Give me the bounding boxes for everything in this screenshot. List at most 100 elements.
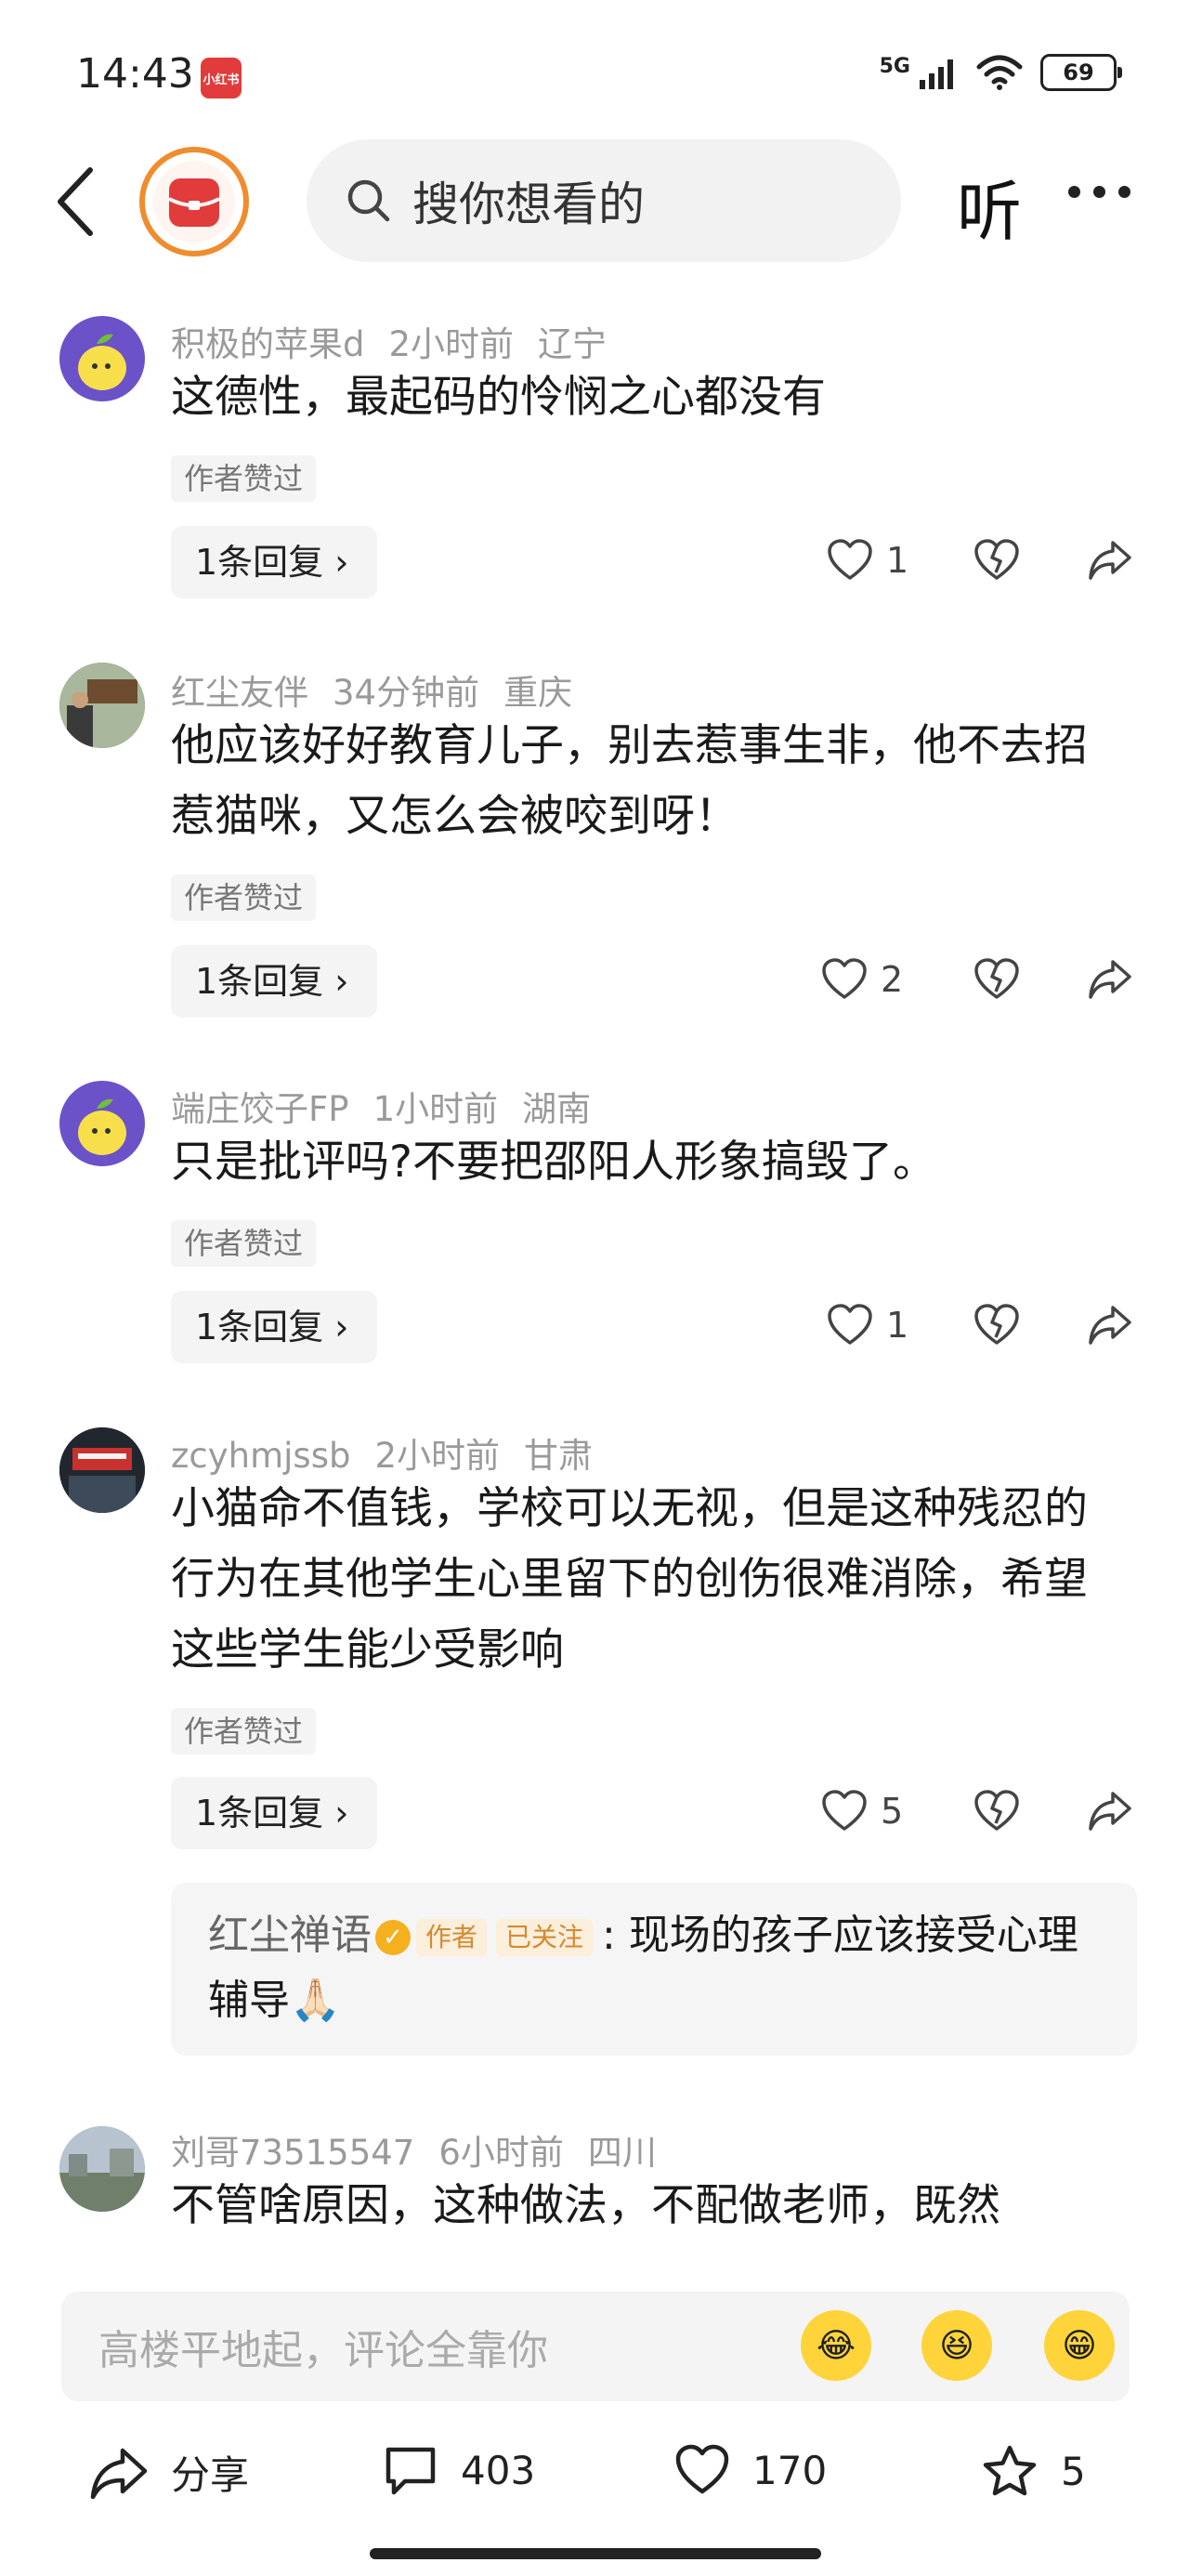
view-replies-button[interactable]: 1条回复 › bbox=[171, 945, 377, 1018]
comment-time: 2小时前 bbox=[374, 1436, 501, 1476]
like-post-button[interactable]: 170 bbox=[674, 2444, 827, 2496]
author-liked-tag: 作者赞过 bbox=[171, 874, 317, 921]
author-liked-tag: 作者赞过 bbox=[171, 1220, 317, 1267]
wifi-icon bbox=[976, 55, 1023, 90]
share-arrow-icon bbox=[1089, 1306, 1131, 1345]
lemon-avatar-icon bbox=[78, 1098, 126, 1155]
dislike-button[interactable] bbox=[973, 958, 1020, 1001]
share-label: 分享 bbox=[171, 2452, 250, 2498]
like-count: 1 bbox=[886, 1305, 909, 1346]
back-button[interactable] bbox=[46, 160, 102, 243]
comment-username[interactable]: 红尘友伴 bbox=[171, 673, 308, 713]
like-button[interactable]: 1 bbox=[827, 1304, 908, 1347]
like-count: 5 bbox=[881, 1791, 904, 1832]
search-icon bbox=[347, 179, 390, 222]
comment-text[interactable]: 只是批评吗?不要把邵阳人形象搞毁了。 bbox=[171, 1127, 1109, 1198]
share-comment-button[interactable] bbox=[1087, 958, 1133, 1001]
comment-time: 6小时前 bbox=[438, 2133, 564, 2173]
comment-text[interactable]: 不管啥原因，这种做法，不配做老师，既然 bbox=[171, 2171, 1109, 2241]
comment-location: 重庆 bbox=[503, 673, 573, 713]
comment-input-placeholder: 高楼平地起，评论全靠你 bbox=[98, 2327, 548, 2374]
share-arrow-icon bbox=[1089, 1792, 1131, 1831]
search-bar[interactable]: 搜你想看的 bbox=[307, 139, 901, 262]
dot-icon bbox=[1068, 186, 1080, 198]
broken-heart-icon bbox=[974, 1304, 1019, 1345]
comment-username[interactable]: 积极的苹果d bbox=[171, 324, 365, 364]
following-tag: 已关注 bbox=[496, 1919, 594, 1956]
battery-indicator: 69 bbox=[1040, 54, 1122, 91]
more-options-button[interactable] bbox=[1068, 186, 1130, 198]
like-count: 1 bbox=[886, 540, 909, 581]
laughing-crying-emoji-icon[interactable]: 😂 bbox=[801, 2310, 871, 2381]
broken-heart-icon bbox=[974, 1790, 1019, 1831]
like-count: 170 bbox=[752, 2447, 828, 2493]
view-replies-button[interactable]: 1条回复 › bbox=[171, 1291, 377, 1363]
like-button[interactable]: 1 bbox=[827, 539, 908, 582]
comment-username[interactable]: 刘哥73515547 bbox=[171, 2133, 414, 2173]
comment-location: 辽宁 bbox=[538, 324, 608, 364]
comment-username[interactable]: zcyhmjssb bbox=[171, 1436, 350, 1476]
red-bag-logo-icon bbox=[139, 147, 249, 256]
share-arrow-icon bbox=[1089, 541, 1131, 580]
comment-bubble-icon bbox=[385, 2447, 436, 2495]
comment-time: 1小时前 bbox=[372, 1089, 499, 1129]
listen-button[interactable]: 听 bbox=[957, 160, 1022, 254]
author-liked-tag: 作者赞过 bbox=[171, 1708, 317, 1755]
status-time: 14:43 bbox=[76, 50, 194, 98]
comment-time: 34分钟前 bbox=[333, 673, 480, 713]
comment-time: 2小时前 bbox=[388, 324, 515, 364]
heart-icon bbox=[675, 2444, 729, 2494]
comment-text[interactable]: 他应该好好教育儿子，别去惹事生非，他不去招惹猫咪，又怎么会被咬到呀！ bbox=[171, 711, 1109, 852]
share-button[interactable]: 分享 bbox=[89, 2444, 249, 2501]
network-type: 5G bbox=[879, 54, 910, 78]
grinning-emoji-icon[interactable]: 😆 bbox=[921, 2310, 992, 2381]
view-replies-button[interactable]: 1条回复 › bbox=[171, 1777, 377, 1849]
dot-icon bbox=[1093, 186, 1105, 198]
search-placeholder: 搜你想看的 bbox=[412, 177, 645, 231]
comment-text[interactable]: 小猫命不值钱，学校可以无视，但是这种残忍的行为在其他学生心里留下的创伤很难消除，… bbox=[171, 1474, 1109, 1686]
author-reply-name[interactable]: 红尘禅语 bbox=[208, 1912, 372, 1959]
avatar[interactable] bbox=[59, 1081, 145, 1166]
avatar[interactable] bbox=[59, 2126, 145, 2212]
comment-username[interactable]: 端庄饺子FP bbox=[171, 1089, 349, 1129]
app-badge-icon: 小红书 bbox=[201, 58, 242, 99]
home-indicator[interactable] bbox=[370, 2548, 821, 2559]
photo-avatar-icon bbox=[59, 2126, 145, 2212]
like-button[interactable]: 5 bbox=[821, 1790, 903, 1833]
like-button[interactable]: 2 bbox=[821, 958, 903, 1001]
view-replies-button[interactable]: 1条回复 › bbox=[171, 526, 377, 598]
comment-meta: 刘哥73515547 6小时前 四川 bbox=[171, 2124, 681, 2175]
heart-icon bbox=[822, 1790, 867, 1831]
dislike-button[interactable] bbox=[973, 539, 1020, 582]
dislike-button[interactable] bbox=[973, 1790, 1020, 1833]
star-icon bbox=[983, 2445, 1037, 2496]
author-avatar[interactable] bbox=[139, 147, 249, 256]
author-reply[interactable]: 红尘禅语 ✓ 作者 已关注: 现场的孩子应该接受心理辅导🙏🏻 bbox=[171, 1883, 1137, 2056]
comment-location: 甘肃 bbox=[524, 1436, 594, 1476]
photo-avatar-icon bbox=[59, 663, 145, 748]
dot-icon bbox=[1118, 186, 1130, 198]
comment-location: 四川 bbox=[587, 2133, 657, 2173]
signal-icon bbox=[920, 59, 953, 89]
big-grin-emoji-icon[interactable]: 😁 bbox=[1044, 2310, 1115, 2381]
author-tag: 作者 bbox=[416, 1919, 488, 1956]
heart-icon bbox=[828, 539, 872, 580]
chevron-left-icon bbox=[58, 167, 93, 236]
verified-badge-icon: ✓ bbox=[375, 1920, 411, 1955]
comment-text[interactable]: 这德性，最起码的怜悯之心都没有 bbox=[171, 362, 1109, 433]
comments-button[interactable]: 403 bbox=[383, 2444, 535, 2496]
share-comment-button[interactable] bbox=[1087, 539, 1133, 582]
like-count: 2 bbox=[881, 959, 904, 1000]
share-comment-button[interactable] bbox=[1087, 1304, 1133, 1347]
dislike-button[interactable] bbox=[973, 1304, 1020, 1347]
photo-avatar-icon bbox=[59, 1427, 145, 1513]
comment-meta: 红尘友伴 34分钟前 重庆 bbox=[171, 664, 596, 715]
avatar[interactable] bbox=[59, 663, 145, 748]
avatar[interactable] bbox=[59, 1427, 145, 1513]
heart-icon bbox=[822, 958, 867, 999]
share-arrow-icon bbox=[1089, 960, 1131, 999]
share-comment-button[interactable] bbox=[1087, 1790, 1133, 1833]
favorite-button[interactable]: 5 bbox=[981, 2444, 1086, 2498]
avatar[interactable] bbox=[59, 316, 145, 401]
favorite-count: 5 bbox=[1061, 2448, 1086, 2494]
